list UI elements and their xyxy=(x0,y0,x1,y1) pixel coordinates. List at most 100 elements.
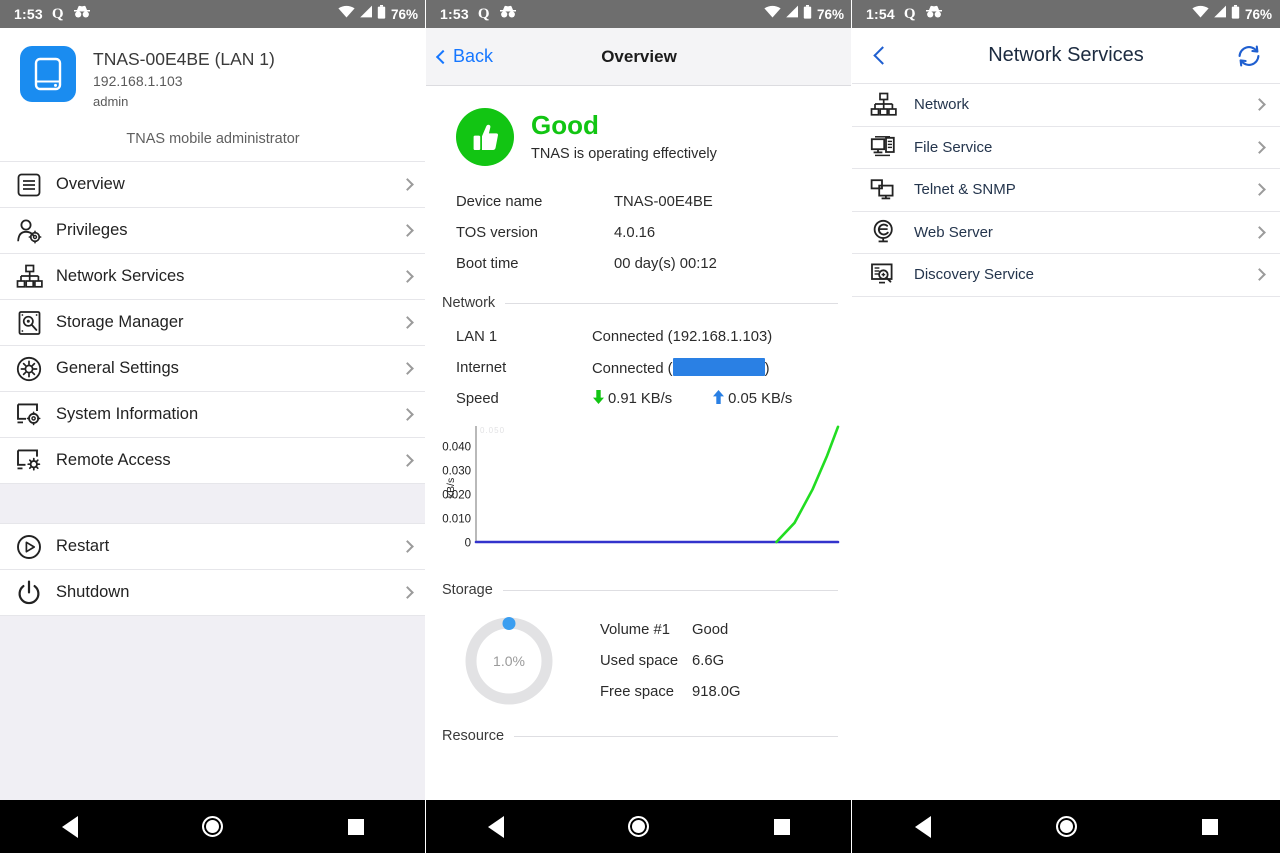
sidebar-item-label: Overview xyxy=(56,175,125,194)
panel-divider-1 xyxy=(425,0,426,853)
dual-monitor-icon xyxy=(866,177,900,202)
sidebar-item-shutdown[interactable]: Shutdown xyxy=(0,570,426,617)
service-item-label: Telnet & SNMP xyxy=(914,181,1016,199)
nav-back-triangle[interactable] xyxy=(488,815,505,838)
section-divider xyxy=(505,302,838,304)
chevron-right-icon xyxy=(1253,183,1266,197)
battery-percent: 76% xyxy=(1244,6,1272,22)
service-item-file-service[interactable]: File Service xyxy=(852,126,1280,169)
chevron-right-icon xyxy=(401,454,414,468)
android-nav-bar xyxy=(0,800,426,853)
network-table: LAN 1 Connected (192.168.1.103) Internet… xyxy=(426,315,852,416)
sidebar-item-label: General Settings xyxy=(56,359,179,378)
sidebar-item-network-services[interactable]: Network Services xyxy=(0,254,426,301)
sidebar-item-label: Remote Access xyxy=(56,451,171,470)
power-icon xyxy=(12,580,46,606)
battery-icon xyxy=(377,4,386,24)
services-header: Network Services xyxy=(852,28,1280,84)
nav-recents-square[interactable] xyxy=(347,818,364,835)
download-speed: 0.91 KB/s xyxy=(592,389,672,409)
back-button-label: Back xyxy=(453,46,494,66)
network-speed-chart: 0.050 0 0.010 0.020 0.030 0.040 kB/s xyxy=(426,420,852,572)
service-item-label: Network xyxy=(914,96,970,114)
section-title: Storage xyxy=(442,582,493,598)
upload-speed-value: 0.05 KB/s xyxy=(728,390,793,407)
svg-text:0.010: 0.010 xyxy=(442,514,471,526)
chevron-right-icon xyxy=(401,178,414,192)
sidebar-item-overview[interactable]: Overview xyxy=(0,162,426,209)
monitor-gear-icon xyxy=(12,402,46,427)
info-value: 00 day(s) 00:12 xyxy=(614,255,717,272)
network-section-header: Network xyxy=(426,285,852,315)
status-bar-right: 76% xyxy=(764,4,844,24)
chevron-right-icon xyxy=(401,224,414,238)
sidebar-item-general-settings[interactable]: General Settings xyxy=(0,346,426,393)
section-divider xyxy=(502,589,838,591)
sidebar-item-privileges[interactable]: Privileges xyxy=(0,208,426,255)
service-item-network[interactable]: Network xyxy=(852,84,1280,127)
battery-icon xyxy=(803,4,812,24)
info-value: TNAS-00E4BE xyxy=(614,193,713,210)
service-item-label: Discovery Service xyxy=(914,266,1035,284)
section-title: Resource xyxy=(442,728,505,744)
panel-divider-2 xyxy=(851,0,852,853)
status-time: 1:53 xyxy=(14,6,43,22)
nav-recents-square[interactable] xyxy=(773,818,790,835)
monitor-magnifier-icon xyxy=(866,262,900,287)
nav-home-circle[interactable] xyxy=(202,816,224,837)
sidebar-item-restart[interactable]: Restart xyxy=(0,524,426,571)
storage-value: Good xyxy=(692,622,729,638)
sidebar-item-label: Storage Manager xyxy=(56,313,184,332)
storage-key: Volume #1 xyxy=(600,622,670,638)
network-tree-icon xyxy=(866,92,900,117)
status-bar-right: 76% xyxy=(338,4,418,24)
health-status-word: Good xyxy=(531,110,599,141)
android-nav-bar xyxy=(426,800,852,853)
storage-row: Free space 918.0G xyxy=(600,677,741,708)
sidebar-item-remote-access[interactable]: Remote Access xyxy=(0,438,426,485)
cellular-signal-icon xyxy=(359,5,373,23)
status-bar-right: 76% xyxy=(1192,4,1272,24)
network-key: Internet xyxy=(456,359,507,376)
chevron-left-icon[interactable] xyxy=(873,46,892,65)
service-item-telnet-snmp[interactable]: Telnet & SNMP xyxy=(852,169,1280,212)
network-row-internet: Internet Connected () xyxy=(456,352,852,383)
sidebar-item-storage-manager[interactable]: Storage Manager xyxy=(0,300,426,347)
nav-home-circle[interactable] xyxy=(628,816,650,837)
device-header: TNAS-00E4BE (LAN 1) 192.168.1.103 admin xyxy=(0,28,426,121)
storage-row: Used space 6.6G xyxy=(600,646,741,677)
nav-back-triangle[interactable] xyxy=(914,815,931,838)
service-item-label: File Service xyxy=(914,138,993,156)
sidebar-item-system-information[interactable]: System Information xyxy=(0,392,426,439)
nav-back-triangle[interactable] xyxy=(62,815,79,838)
status-bar: 1:53 Q 76% xyxy=(426,0,852,28)
device-user: admin xyxy=(93,93,129,109)
incognito-icon xyxy=(925,5,943,23)
info-row: Device name TNAS-00E4BE xyxy=(456,186,852,217)
info-key: TOS version xyxy=(456,224,538,241)
q-app-icon: Q xyxy=(477,5,490,22)
info-key: Device name xyxy=(456,193,543,210)
chevron-right-icon xyxy=(401,316,414,330)
user-gear-icon xyxy=(12,218,46,244)
page-title: Network Services xyxy=(988,44,1144,66)
android-nav-bar xyxy=(852,800,1280,853)
network-key: LAN 1 xyxy=(456,328,498,345)
storage-value: 6.6G xyxy=(692,653,725,669)
status-time: 1:54 xyxy=(866,6,895,22)
list-overview-icon xyxy=(12,172,46,198)
refresh-icon[interactable] xyxy=(1236,43,1262,69)
service-item-discovery-service[interactable]: Discovery Service xyxy=(852,254,1280,297)
restart-play-circle-icon xyxy=(12,534,46,560)
internet-value-prefix: Connected ( xyxy=(592,361,673,377)
service-item-web-server[interactable]: Web Server xyxy=(852,211,1280,254)
nav-home-circle[interactable] xyxy=(1055,816,1077,837)
chevron-right-icon xyxy=(401,586,414,600)
svg-text:0: 0 xyxy=(465,538,471,550)
device-ip: 192.168.1.103 xyxy=(93,73,183,90)
back-button[interactable]: Back xyxy=(435,46,494,67)
nav-recents-square[interactable] xyxy=(1201,818,1218,835)
sidebar-item-label: Shutdown xyxy=(56,583,130,602)
chevron-right-icon xyxy=(401,270,414,284)
status-bar-left: 1:54 Q xyxy=(866,5,943,23)
